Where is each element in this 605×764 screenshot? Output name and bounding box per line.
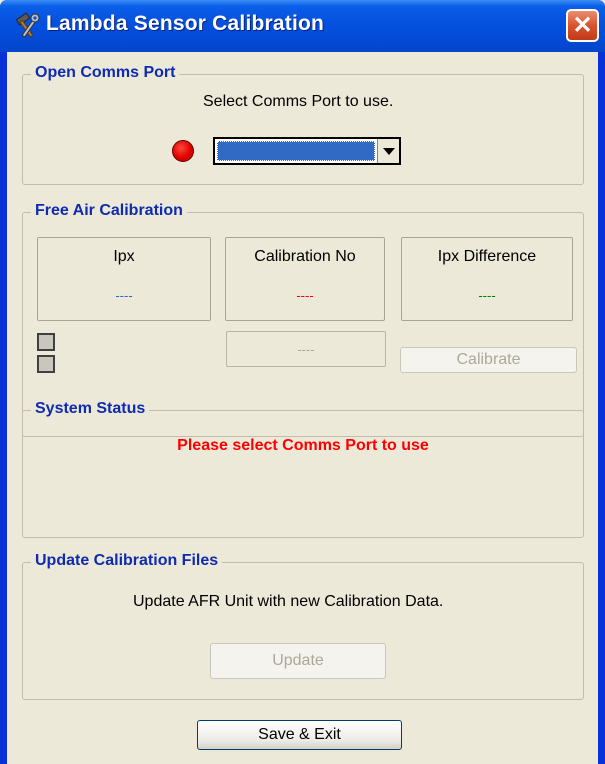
system-status-message: Please select Comms Port to use: [177, 437, 429, 454]
port-status-led: [172, 140, 194, 162]
system-status-group: System Status Please select Comms Port t…: [22, 400, 584, 538]
indicator-square-top: [37, 333, 55, 351]
ipx-readout: Ipx ----: [37, 237, 211, 321]
save-exit-button[interactable]: Save & Exit: [197, 720, 402, 750]
chevron-down-icon: [382, 147, 395, 155]
tools-icon: [15, 12, 40, 38]
update-prompt: Update AFR Unit with new Calibration Dat…: [133, 593, 444, 610]
update-button[interactable]: Update: [210, 643, 386, 679]
title-bar[interactable]: Lambda Sensor Calibration ✕: [0, 0, 605, 52]
indicator-square-bottom: [37, 355, 55, 373]
ipx-difference-readout: Ipx Difference ----: [401, 237, 573, 321]
calibrate-button[interactable]: Calibrate: [400, 347, 577, 373]
calibration-window: Lambda Sensor Calibration ✕ Open Comms P…: [0, 0, 605, 764]
select-port-prompt: Select Comms Port to use.: [203, 93, 394, 110]
dropdown-arrow-button[interactable]: [377, 139, 399, 163]
ipx-difference-value: ----: [478, 288, 496, 303]
system-status-legend: System Status: [31, 400, 150, 418]
open-comms-port-legend: Open Comms Port: [31, 64, 180, 82]
update-calibration-files-group: Update Calibration Files Update AFR Unit…: [22, 552, 584, 700]
calibration-small-readout: ----: [226, 331, 386, 367]
ipx-difference-title: Ipx Difference: [437, 248, 537, 265]
calibration-no-value: ----: [296, 288, 314, 303]
calibration-no-readout: Calibration No ----: [225, 237, 385, 321]
open-comms-port-group: Open Comms Port Select Comms Port to use…: [22, 64, 584, 185]
calibration-no-title: Calibration No: [254, 248, 356, 265]
dialog-client-area: Open Comms Port Select Comms Port to use…: [7, 52, 598, 764]
comms-port-selected-value: [217, 141, 375, 161]
window-title: Lambda Sensor Calibration: [46, 12, 325, 35]
close-button[interactable]: ✕: [566, 9, 599, 42]
comms-port-dropdown[interactable]: [213, 137, 401, 165]
update-calibration-files-legend: Update Calibration Files: [31, 552, 223, 570]
ipx-title: Ipx: [113, 248, 135, 265]
ipx-value: ----: [115, 288, 133, 303]
free-air-calibration-legend: Free Air Calibration: [31, 202, 187, 220]
close-icon: ✕: [572, 11, 593, 39]
